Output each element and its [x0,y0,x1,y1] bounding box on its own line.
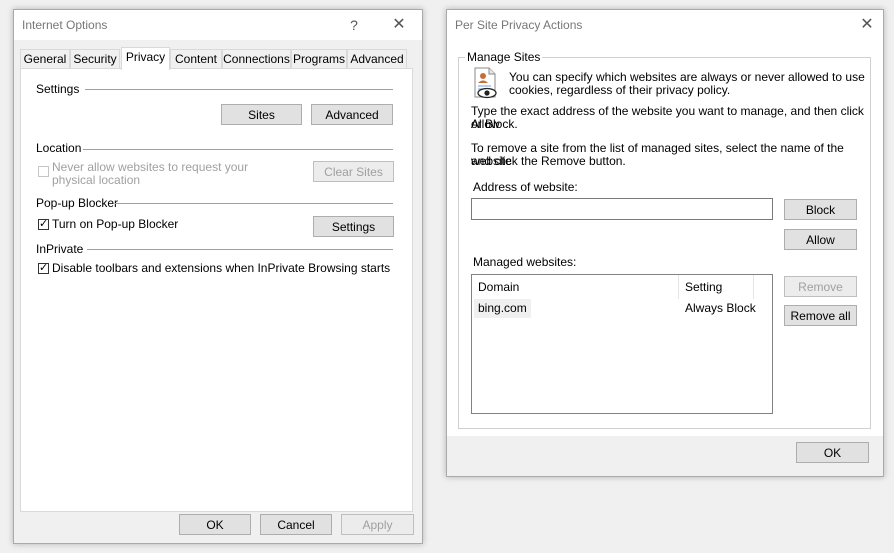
managed-websites-list[interactable]: Domain Setting bing.com Always Block [471,274,773,414]
instruction-text-1: Type the exact address of the website yo… [471,104,864,131]
location-heading: Location [36,141,82,155]
tab-connections[interactable]: Connections [222,49,291,69]
sites-button[interactable]: Sites [221,104,302,125]
title-bar: Internet Options ? ✕ [14,10,422,40]
popup-blocker-checkbox[interactable]: ✓ [38,219,49,230]
remove-all-button[interactable]: Remove all [784,305,857,326]
divider [87,249,393,250]
remove-button[interactable]: Remove [784,276,857,297]
divider [83,149,393,150]
privacy-document-icon [472,67,498,99]
cancel-button[interactable]: Cancel [260,514,332,535]
window-title: Internet Options [22,18,108,32]
never-allow-location-label-2: physical location [52,173,141,187]
tab-privacy[interactable]: Privacy [121,47,170,70]
block-button[interactable]: Block [784,199,857,220]
advanced-button[interactable]: Advanced [311,104,393,125]
instruction-text-2: or Block. [471,117,518,131]
internet-options-window: Internet Options ? ✕ General Security Pr… [13,9,423,544]
apply-button[interactable]: Apply [341,514,414,535]
column-header-setting[interactable]: Setting [679,275,754,299]
manage-sites-group: Manage Sites You can specify which websi… [458,50,871,429]
managed-websites-label: Managed websites: [473,255,577,269]
remove-instruction-2: and click the Remove button. [471,154,626,168]
inprivate-heading: InPrivate [36,242,84,256]
tab-content[interactable]: Content [170,49,222,69]
per-site-privacy-window: Per Site Privacy Actions ✕ Manage Sites … [446,9,884,477]
allow-button[interactable]: Allow [784,229,857,250]
content-area: Manage Sites You can specify which websi… [447,40,883,436]
address-label: Address of website: [473,180,578,194]
title-bar: Per Site Privacy Actions ✕ [447,10,883,40]
close-icon[interactable]: ✕ [857,15,877,35]
column-header-domain[interactable]: Domain [472,275,679,299]
tab-programs[interactable]: Programs [291,49,347,69]
ok-button[interactable]: OK [179,514,251,535]
divider [85,89,393,90]
tab-general[interactable]: General [20,49,70,69]
domain-cell: bing.com [474,299,531,318]
settings-heading: Settings [36,82,80,96]
popup-blocker-label: Turn on Pop-up Blocker [52,217,179,231]
address-input[interactable] [471,198,773,220]
popup-blocker-heading: Pop-up Blocker [36,196,119,210]
intro-text-2: cookies, regardless of their privacy pol… [509,83,731,97]
setting-cell: Always Block [685,301,756,315]
ok-button[interactable]: OK [796,442,869,463]
disable-toolbars-checkbox[interactable]: ✓ [38,263,49,274]
help-button[interactable]: ? [344,15,364,35]
tab-security[interactable]: Security [70,49,120,69]
close-icon[interactable]: ✕ [389,15,409,35]
manage-sites-legend: Manage Sites [465,50,543,64]
disable-toolbars-label: Disable toolbars and extensions when InP… [52,261,391,275]
privacy-panel: Settings Sites Advanced Location Never a… [20,68,413,512]
popup-settings-button[interactable]: Settings [313,216,394,237]
clear-sites-button[interactable]: Clear Sites [313,161,394,182]
tab-advanced[interactable]: Advanced [347,49,407,69]
divider [115,203,393,204]
table-row[interactable]: bing.com Always Block [474,299,772,318]
never-allow-location-checkbox[interactable] [38,166,49,177]
window-title: Per Site Privacy Actions [455,18,583,32]
